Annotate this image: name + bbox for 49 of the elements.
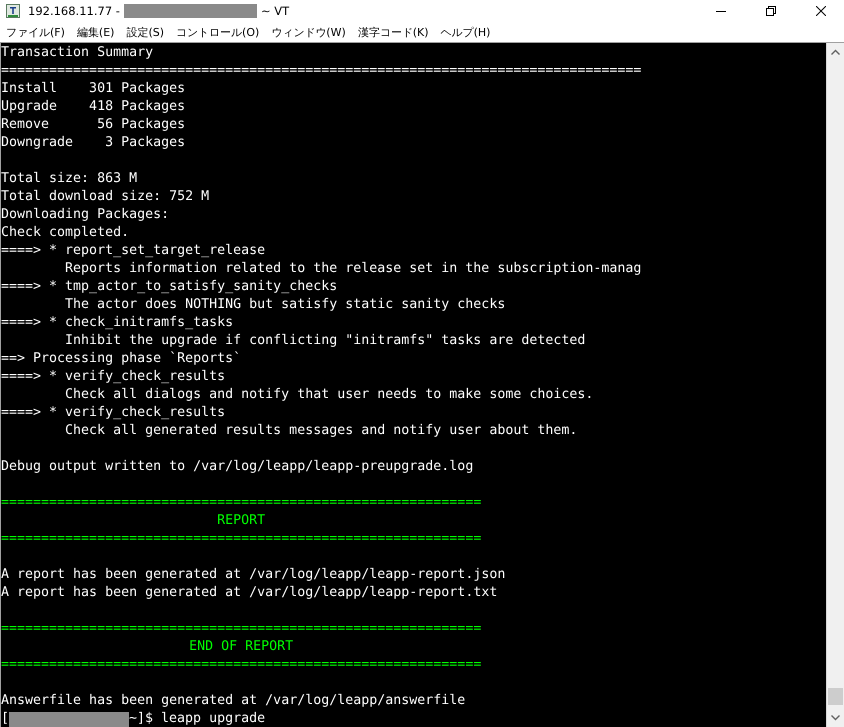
- terminal-line: ================================================================================: [1, 62, 642, 80]
- terminal-line: Transaction Summary: [1, 44, 154, 62]
- restore-icon: [766, 6, 776, 16]
- separator-line: ============================================================: [1, 494, 482, 512]
- terminal-line: Remove 56 Packages: [1, 116, 186, 134]
- terminal-line: Downloading Packages:: [1, 206, 170, 224]
- terminal-line: ====> * tmp_actor_to_satisfy_sanity_checks: [1, 278, 338, 296]
- terminal-line: ====> * verify_check_results: [1, 368, 226, 386]
- terminal-line: Reports information related to the release set in the subscription-manag: [65, 260, 642, 278]
- separator-line: ============================================================: [1, 656, 482, 674]
- close-icon: [816, 6, 826, 16]
- scroll-thumb[interactable]: [828, 688, 843, 705]
- terminal-line: A report has been generated at /var/log/leapp/leapp-report.txt: [1, 584, 498, 602]
- terminal-line: ====> * verify_check_results: [1, 404, 226, 422]
- terminal-line: Check all generated results messages and notify user about them.: [65, 422, 578, 440]
- window-title: 192.168.11.77 -: [28, 4, 120, 18]
- menu-item[interactable]: ファイル(F): [2, 24, 69, 40]
- report-heading: REPORT: [217, 512, 266, 530]
- terminal-line: Debug output written to /var/log/leapp/leapp-preupgrade.log: [1, 458, 474, 476]
- separator-line: ============================================================: [1, 620, 482, 638]
- scroll-down-icon[interactable]: [831, 715, 840, 721]
- app-icon: [6, 4, 20, 18]
- menu-item[interactable]: 編集(E): [72, 24, 118, 40]
- command-text: ~]$ leapp upgrade: [129, 710, 266, 727]
- scroll-up-icon[interactable]: [831, 49, 840, 55]
- terminal-line: ====> * check_initramfs_tasks: [1, 314, 234, 332]
- report-heading: END OF REPORT: [189, 638, 294, 656]
- terminal-line: Total download size: 752 M: [1, 188, 210, 206]
- separator-line: ============================================================: [1, 530, 482, 548]
- menu-item[interactable]: 漢字コード(K): [354, 24, 433, 40]
- terminal-line: A report has been generated at /var/log/leapp/leapp-report.json: [1, 566, 506, 584]
- terminal-line: The actor does NOTHING but satisfy static sanity checks: [65, 296, 506, 314]
- scrollbar[interactable]: [826, 43, 844, 727]
- prompt-text: [: [1, 710, 10, 727]
- window-title: ~ VT: [260, 4, 290, 18]
- terminal-line: Upgrade 418 Packages: [1, 98, 186, 116]
- menu-item[interactable]: ヘルプ(H): [436, 24, 494, 40]
- menu-item[interactable]: ウィンドウ(W): [267, 24, 350, 40]
- terminal-line: ==> Processing phase `Reports`: [1, 350, 242, 368]
- terminal-line: Check all dialogs and notify that user needs to make some choices.: [65, 386, 594, 404]
- terminal-line: Total size: 863 M: [1, 170, 138, 188]
- menu-item[interactable]: 設定(S): [122, 24, 168, 40]
- terminal-line: Answerfile has been generated at /var/log/leapp/answerfile: [1, 692, 466, 710]
- terminal-line: ====> * report_set_target_release: [1, 242, 266, 260]
- terminal-line: Downgrade 3 Packages: [1, 134, 186, 152]
- terminal-line: Check completed.: [1, 224, 130, 242]
- menu-item[interactable]: コントロール(O): [172, 24, 264, 40]
- terminal-line: Inhibit the upgrade if conflicting "initramfs" tasks are detected: [65, 332, 586, 350]
- terminal-line: Install 301 Packages: [1, 80, 186, 98]
